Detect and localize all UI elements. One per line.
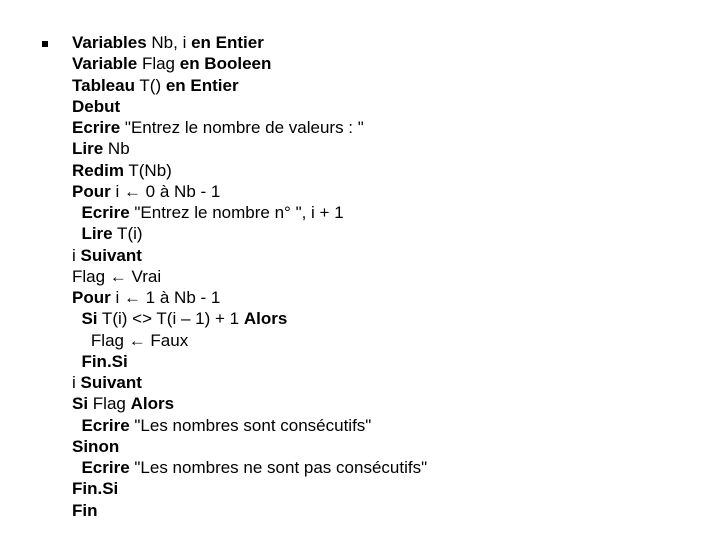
code-line: Fin xyxy=(72,500,700,521)
code-line: Debut xyxy=(72,96,700,117)
code-line: Si Flag Alors xyxy=(72,393,700,414)
code-line: Ecrire "Les nombres sont consécutifs" xyxy=(72,415,700,436)
code-line: Sinon xyxy=(72,436,700,457)
code-line: Ecrire "Entrez le nombre de valeurs : " xyxy=(72,117,700,138)
code-line: Lire Nb xyxy=(72,138,700,159)
code-line: Flag ← Vrai xyxy=(72,266,700,287)
code-line: Variables Nb, i en Entier xyxy=(72,32,700,53)
code-line: i Suivant xyxy=(72,372,700,393)
code-line: Flag ← Faux xyxy=(72,330,700,351)
pseudocode-block: Variables Nb, i en EntierVariable Flag e… xyxy=(72,32,700,521)
code-line: Variable Flag en Booleen xyxy=(72,53,700,74)
code-line: Ecrire "Entrez le nombre n° ", i + 1 xyxy=(72,202,700,223)
code-line: Si T(i) <> T(i – 1) + 1 Alors xyxy=(72,308,700,329)
code-line: Pour i ← 0 à Nb - 1 xyxy=(72,181,700,202)
code-line: Tableau T() en Entier xyxy=(72,75,700,96)
code-line: Pour i ← 1 à Nb - 1 xyxy=(72,287,700,308)
code-line: Redim T(Nb) xyxy=(72,160,700,181)
code-line: Fin.Si xyxy=(72,351,700,372)
slide: Variables Nb, i en EntierVariable Flag e… xyxy=(0,0,720,540)
bullet-icon xyxy=(42,41,48,47)
code-line: Lire T(i) xyxy=(72,223,700,244)
code-line: Ecrire "Les nombres ne sont pas consécut… xyxy=(72,457,700,478)
code-line: Fin.Si xyxy=(72,478,700,499)
code-line: i Suivant xyxy=(72,245,700,266)
